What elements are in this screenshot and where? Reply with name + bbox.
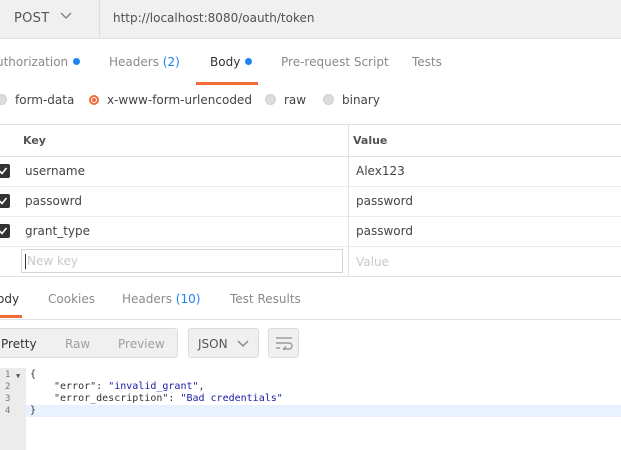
code-text: "error_description": "Bad credentials" bbox=[54, 393, 283, 405]
column-header-value: Value bbox=[353, 134, 388, 147]
wrap-lines-icon bbox=[276, 337, 293, 350]
line-number: 4 bbox=[5, 406, 11, 416]
radio-label: form-data bbox=[15, 93, 75, 107]
response-toolbar: Pretty Raw Preview JSON bbox=[0, 328, 621, 358]
code-line-active: 4 } bbox=[0, 405, 621, 417]
view-pretty-button[interactable]: Pretty bbox=[1, 337, 37, 351]
tab-label: Pre-request Script bbox=[281, 55, 389, 69]
modified-dot-icon bbox=[73, 58, 81, 65]
wrap-lines-button[interactable] bbox=[268, 328, 299, 358]
view-raw-button[interactable]: Raw bbox=[65, 337, 90, 351]
radio-form-data[interactable]: form-data bbox=[0, 93, 74, 109]
response-tabs: ody Cookies Headers (10) Test Results bbox=[0, 276, 621, 320]
line-number: 3 bbox=[5, 394, 11, 404]
radio-label: binary bbox=[342, 93, 380, 107]
json-string: "Bad credentials" bbox=[180, 393, 283, 404]
radio-label: raw bbox=[284, 93, 307, 107]
tab-tests[interactable]: Tests bbox=[412, 55, 442, 69]
view-mode-switcher: Pretty Raw Preview bbox=[0, 328, 178, 358]
tab-count: (10) bbox=[175, 292, 201, 306]
text-caret bbox=[25, 254, 26, 269]
response-body-editor[interactable]: 1 ▼ { 2 "error": "invalid_grant", 3 "err… bbox=[0, 368, 621, 450]
line-number: 2 bbox=[5, 382, 11, 392]
tab-label: uthorization bbox=[0, 55, 69, 69]
postman-window: POST http://localhost:8080/oauth/token u… bbox=[0, 0, 621, 450]
json-string: "invalid_grant" bbox=[108, 381, 199, 392]
format-label: JSON bbox=[198, 337, 228, 351]
request-url-bar: POST http://localhost:8080/oauth/token bbox=[0, 0, 621, 39]
radio-selected-icon bbox=[89, 95, 99, 105]
code-line: 1 ▼ { bbox=[0, 369, 621, 381]
url-text: http://localhost:8080/oauth/token bbox=[113, 11, 315, 25]
new-key-input[interactable]: New key bbox=[21, 249, 343, 273]
json-separator: : bbox=[168, 393, 181, 404]
tab-authorization[interactable]: uthorization bbox=[0, 55, 81, 69]
column-divider bbox=[348, 124, 349, 276]
modified-dot-icon bbox=[245, 58, 253, 65]
body-type-selector: form-data x-www-form-urlencoded raw bina… bbox=[0, 86, 621, 116]
format-select[interactable]: JSON bbox=[188, 328, 259, 358]
row-checkbox[interactable] bbox=[0, 224, 10, 238]
param-value[interactable]: Alex123 bbox=[356, 164, 405, 178]
code-text: "error": "invalid_grant", bbox=[54, 381, 205, 393]
new-value-placeholder[interactable]: Value bbox=[356, 255, 389, 269]
json-separator: : bbox=[96, 381, 109, 392]
param-key[interactable]: passowrd bbox=[25, 194, 82, 208]
view-preview-button[interactable]: Preview bbox=[118, 337, 165, 351]
json-key: "error_description" bbox=[54, 393, 169, 404]
tab-response-body[interactable]: ody bbox=[0, 292, 19, 306]
radio-x-www-form-urlencoded[interactable]: x-www-form-urlencoded bbox=[89, 93, 252, 109]
column-header-key: Key bbox=[23, 134, 46, 147]
code-text: } bbox=[30, 405, 37, 416]
radio-button-icon bbox=[265, 94, 276, 105]
row-checkbox[interactable] bbox=[0, 164, 10, 178]
table-row: passowrd password bbox=[0, 186, 621, 217]
active-line-highlight bbox=[26, 405, 621, 417]
method-label: POST bbox=[14, 11, 50, 26]
param-value[interactable]: password bbox=[356, 194, 413, 208]
code-line: 3 "error_description": "Bad credentials" bbox=[0, 393, 621, 405]
code-line: 2 "error": "invalid_grant", bbox=[0, 381, 621, 393]
param-key[interactable]: username bbox=[25, 164, 85, 178]
table-row: grant_type password bbox=[0, 216, 621, 247]
json-comma: , bbox=[198, 381, 205, 392]
method-select[interactable]: POST bbox=[0, 0, 100, 38]
code-text: { bbox=[30, 369, 37, 380]
tab-test-results[interactable]: Test Results bbox=[230, 292, 301, 306]
checkmark-icon bbox=[0, 197, 8, 205]
active-tab-indicator bbox=[196, 82, 258, 85]
param-key[interactable]: grant_type bbox=[25, 224, 90, 238]
checkmark-icon bbox=[0, 167, 8, 175]
chevron-down-icon bbox=[60, 12, 72, 20]
radio-label: x-www-form-urlencoded bbox=[107, 93, 252, 107]
tab-headers[interactable]: Headers (2) bbox=[109, 55, 180, 69]
table-row: username Alex123 bbox=[0, 156, 621, 187]
row-checkbox[interactable] bbox=[0, 194, 10, 208]
tab-response-headers[interactable]: Headers (10) bbox=[122, 292, 200, 306]
tab-body[interactable]: Body bbox=[210, 55, 253, 69]
tab-pre-request-script[interactable]: Pre-request Script bbox=[281, 55, 389, 69]
checkmark-icon bbox=[0, 227, 8, 235]
table-header: Key Value bbox=[0, 124, 621, 157]
chevron-down-icon bbox=[237, 340, 249, 348]
request-tabs: uthorization Headers (2) Body Pre-reques… bbox=[0, 38, 621, 86]
tab-label: Headers bbox=[122, 292, 172, 306]
tab-label: Headers bbox=[109, 55, 159, 69]
line-number: 1 bbox=[5, 370, 11, 380]
tab-label: Body bbox=[210, 55, 241, 69]
radio-button-icon bbox=[323, 94, 334, 105]
tab-cookies[interactable]: Cookies bbox=[48, 292, 95, 306]
json-key: "error" bbox=[54, 381, 97, 392]
active-tab-indicator bbox=[0, 315, 22, 318]
tab-count: (2) bbox=[162, 55, 180, 69]
new-key-placeholder: New key bbox=[27, 254, 78, 268]
radio-binary[interactable]: binary bbox=[323, 93, 380, 109]
radio-button-icon bbox=[0, 94, 7, 105]
tab-label: Tests bbox=[412, 55, 442, 69]
param-value[interactable]: password bbox=[356, 224, 413, 238]
radio-raw[interactable]: raw bbox=[265, 93, 306, 109]
